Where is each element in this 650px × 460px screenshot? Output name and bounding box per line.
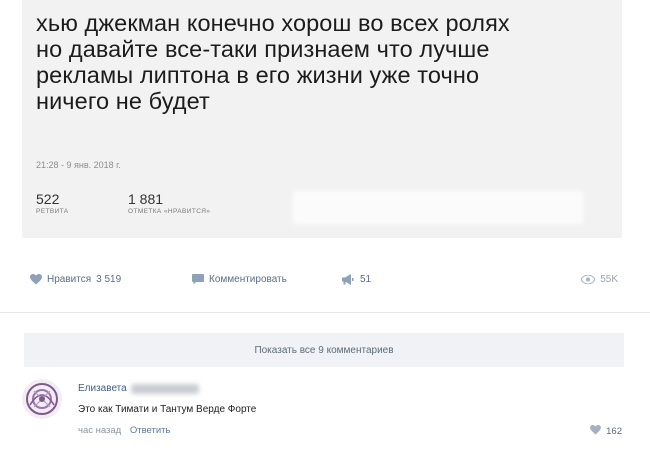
comment-button[interactable]: Комментировать [192, 274, 287, 285]
views-count: 55K [600, 274, 618, 285]
likes-stat: 1 881 ОТМЕТКА «НРАВИТСЯ» [128, 191, 210, 215]
like-button[interactable]: Нравится 3 519 [30, 274, 121, 285]
avatar[interactable] [22, 379, 62, 419]
share-count: 51 [360, 274, 372, 285]
comment-author-name: Елизавета [78, 383, 127, 394]
views-counter: 55K [581, 274, 618, 285]
megaphone-icon [342, 274, 355, 285]
retweets-label: РЕТВИТА [36, 208, 69, 215]
comment-like-button[interactable]: 162 [590, 425, 622, 438]
tweet-screenshot-card: хью джекман конечно хорош во всех ролях … [22, 0, 622, 238]
comment-icon [192, 274, 204, 285]
retweets-stat: 522 РЕТВИТА [36, 191, 69, 215]
like-label: Нравится [47, 274, 92, 285]
comment-label: Комментировать [209, 274, 287, 285]
likes-label: ОТМЕТКА «НРАВИТСЯ» [128, 208, 211, 215]
likes-count: 1 881 [128, 191, 164, 207]
redacted-surname [130, 383, 199, 394]
reply-button[interactable]: Ответить [130, 425, 171, 436]
heart-icon [590, 425, 602, 438]
redacted-area [293, 191, 583, 224]
comment-item: Елизавета Это как Тимати и Тантум Верде … [22, 377, 628, 447]
comment-meta: час назад Ответить [78, 425, 170, 436]
eye-icon [581, 275, 596, 284]
tweet-text: хью джекман конечно хорош во всех ролях … [36, 10, 510, 114]
retweets-count: 522 [36, 191, 60, 207]
comment-time[interactable]: час назад [78, 425, 121, 436]
section-divider [0, 312, 650, 313]
share-button[interactable]: 51 [342, 274, 371, 285]
tweet-timestamp: 21:28 - 9 янв. 2018 г. [36, 160, 121, 170]
like-count: 3 519 [96, 274, 122, 285]
comment-text: Это как Тимати и Тантум Верде Форте [78, 404, 257, 415]
show-all-comments-button[interactable]: Показать все 9 комментариев [24, 333, 624, 367]
post-actions-bar: Нравится 3 519 Комментировать 51 55K [22, 270, 626, 294]
heart-icon [30, 274, 42, 285]
comment-author[interactable]: Елизавета [78, 383, 199, 394]
comment-like-count: 162 [606, 426, 622, 437]
tweet-stats: 522 РЕТВИТА 1 881 ОТМЕТКА «НРАВИТСЯ» [36, 191, 616, 231]
